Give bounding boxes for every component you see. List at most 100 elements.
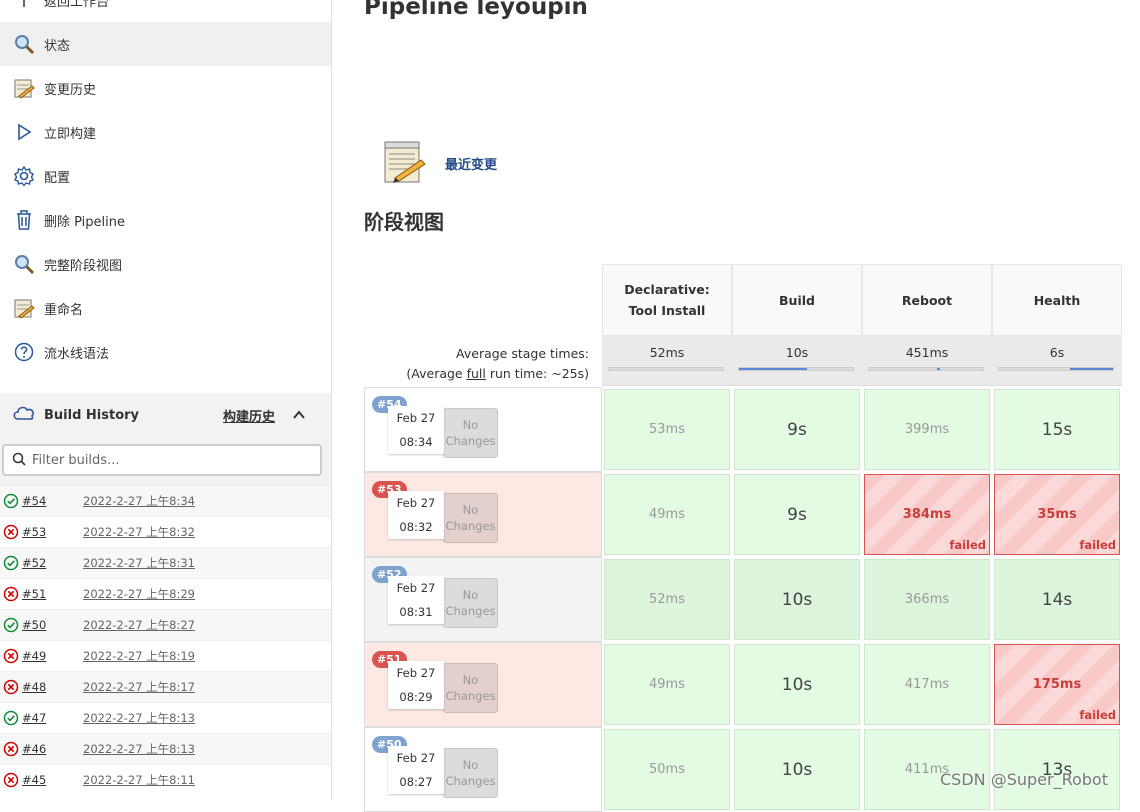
success-icon <box>3 710 19 726</box>
page-title: Pipeline leyoupin <box>364 0 588 20</box>
cloud-icon <box>12 404 36 426</box>
filter-area <box>0 437 331 487</box>
build-number-link[interactable]: #54 <box>22 494 46 508</box>
sidebar-item-label: 完整阶段视图 <box>44 258 123 274</box>
build-date-link[interactable]: 2022-2-27 上午8:31 <box>83 555 195 571</box>
stage-cell[interactable]: 175ms failed <box>994 644 1120 725</box>
build-date-link[interactable]: 2022-2-27 上午8:11 <box>83 772 195 788</box>
search-icon <box>12 32 36 56</box>
stage-cell[interactable]: 10s <box>734 559 860 640</box>
build-number-link[interactable]: #53 <box>22 525 46 539</box>
sidebar-item-5[interactable]: 完整阶段视图 <box>0 242 331 286</box>
stage-build-row: #51 No Changes Feb 27 08:29 49ms 10s 417ms 175ms… <box>364 642 1124 727</box>
build-number-link[interactable]: #46 <box>22 742 46 756</box>
filter-builds-input[interactable] <box>32 452 312 468</box>
stage-cell[interactable]: 14s <box>994 559 1120 640</box>
build-date-card: Feb 27 08:32 <box>388 491 444 539</box>
stage-header: Reboot <box>862 264 992 336</box>
build-history-row: #47 2022-2-27 上午8:13 <box>0 702 331 733</box>
stage-cell[interactable]: 50ms <box>604 729 730 810</box>
build-info: #51 No Changes Feb 27 08:29 <box>364 642 602 727</box>
stage-cell[interactable]: 15s <box>994 389 1120 470</box>
stage-cell[interactable]: 35ms failed <box>994 474 1120 555</box>
build-date-link[interactable]: 2022-2-27 上午8:32 <box>83 524 195 540</box>
build-info: #52 No Changes Feb 27 08:31 <box>364 557 602 642</box>
recent-changes-link[interactable]: 最近变更 <box>445 154 497 173</box>
build-number-link[interactable]: #51 <box>22 587 46 601</box>
stage-cell[interactable]: 384ms failed <box>864 474 990 555</box>
stage-cell[interactable]: 10s <box>734 644 860 725</box>
build-history-row: #54 2022-2-27 上午8:34 <box>0 485 331 516</box>
stage-cell[interactable]: 53ms <box>604 389 730 470</box>
build-number-link[interactable]: #52 <box>22 556 46 570</box>
chevron-up-icon[interactable] <box>292 407 306 426</box>
filter-builds-box[interactable] <box>2 444 322 476</box>
build-number-link[interactable]: #49 <box>22 649 46 663</box>
build-info: #50 No Changes Feb 27 08:27 <box>364 727 602 812</box>
sidebar-item-label: 配置 <box>44 170 71 186</box>
sidebar-item-label: 删除 Pipeline <box>44 214 126 230</box>
sidebar-item-4[interactable]: 删除 Pipeline <box>0 198 331 242</box>
stage-cell[interactable]: 399ms <box>864 389 990 470</box>
stage-time-bar <box>868 367 984 371</box>
watermark: CSDN @Super_Robot <box>940 770 1108 789</box>
stage-cell[interactable]: 52ms <box>604 559 730 640</box>
full-run-link[interactable]: full <box>467 366 486 381</box>
sidebar-item-3[interactable]: 配置 <box>0 154 331 198</box>
stage-average-time: 6s <box>992 336 1122 386</box>
stage-header: Build <box>732 264 862 336</box>
sidebar-item-back[interactable]: 返回工作台 <box>0 0 331 22</box>
stage-cell[interactable]: 10s <box>734 729 860 810</box>
success-icon <box>3 617 19 633</box>
build-date-link[interactable]: 2022-2-27 上午8:34 <box>83 493 195 509</box>
sidebar-item-label: 立即构建 <box>44 126 97 142</box>
build-history-link[interactable]: 构建历史 <box>223 406 275 425</box>
failure-icon <box>3 772 19 788</box>
sidebar-item-label: 变更历史 <box>44 82 97 98</box>
build-number-link[interactable]: #45 <box>22 773 46 787</box>
build-date-card: Feb 27 08:31 <box>388 576 444 624</box>
build-date-link[interactable]: 2022-2-27 上午8:19 <box>83 648 195 664</box>
build-number-link[interactable]: #48 <box>22 680 46 694</box>
build-history-row: #51 2022-2-27 上午8:29 <box>0 578 331 609</box>
build-info: #53 No Changes Feb 27 08:32 <box>364 472 602 557</box>
stage-cell[interactable]: 9s <box>734 389 860 470</box>
stage-cell[interactable]: 366ms <box>864 559 990 640</box>
build-number-link[interactable]: #47 <box>22 711 46 725</box>
build-date-card: Feb 27 08:29 <box>388 661 444 709</box>
success-icon <box>3 555 19 571</box>
build-date-link[interactable]: 2022-2-27 上午8:17 <box>83 679 195 695</box>
failure-icon <box>3 524 19 540</box>
sidebar-item-2[interactable]: 立即构建 <box>0 110 331 154</box>
success-icon <box>3 493 19 509</box>
build-history-title: Build History <box>44 407 140 423</box>
build-history-row: #46 2022-2-27 上午8:13 <box>0 733 331 764</box>
build-date-link[interactable]: 2022-2-27 上午8:27 <box>83 617 195 633</box>
failure-icon <box>3 741 19 757</box>
notepad-icon <box>12 296 36 320</box>
sidebar: 返回工作台 状态变更历史立即构建配置删除 Pipeline 完整阶段视图 重命名流水… <box>0 0 332 800</box>
build-date-link[interactable]: 2022-2-27 上午8:13 <box>83 741 195 757</box>
sidebar-item-label: 重命名 <box>44 302 84 318</box>
build-history-row: #49 2022-2-27 上午8:19 <box>0 640 331 671</box>
stage-cell[interactable]: 9s <box>734 474 860 555</box>
build-date-link[interactable]: 2022-2-27 上午8:13 <box>83 710 195 726</box>
build-number-link[interactable]: #50 <box>22 618 46 632</box>
stage-header: Declarative: Tool Install <box>602 264 732 336</box>
stage-cell[interactable]: 49ms <box>604 644 730 725</box>
build-history-row: #53 2022-2-27 上午8:32 <box>0 516 331 547</box>
stage-cell[interactable]: 49ms <box>604 474 730 555</box>
stage-time-bar <box>998 367 1114 371</box>
build-history-row: #50 2022-2-27 上午8:27 <box>0 609 331 640</box>
failure-icon <box>3 586 19 602</box>
play-icon <box>12 120 36 144</box>
build-date-link[interactable]: 2022-2-27 上午8:29 <box>83 586 195 602</box>
build-history-row: #48 2022-2-27 上午8:17 <box>0 671 331 702</box>
stage-cell[interactable]: 417ms <box>864 644 990 725</box>
sidebar-item-7[interactable]: 流水线语法 <box>0 330 331 374</box>
build-info: #54 No Changes Feb 27 08:34 <box>364 387 602 472</box>
no-changes-box: No Changes <box>443 578 498 628</box>
sidebar-item-6[interactable]: 重命名 <box>0 286 331 330</box>
sidebar-item-1[interactable]: 变更历史 <box>0 66 331 110</box>
sidebar-item-0[interactable]: 状态 <box>0 22 331 66</box>
